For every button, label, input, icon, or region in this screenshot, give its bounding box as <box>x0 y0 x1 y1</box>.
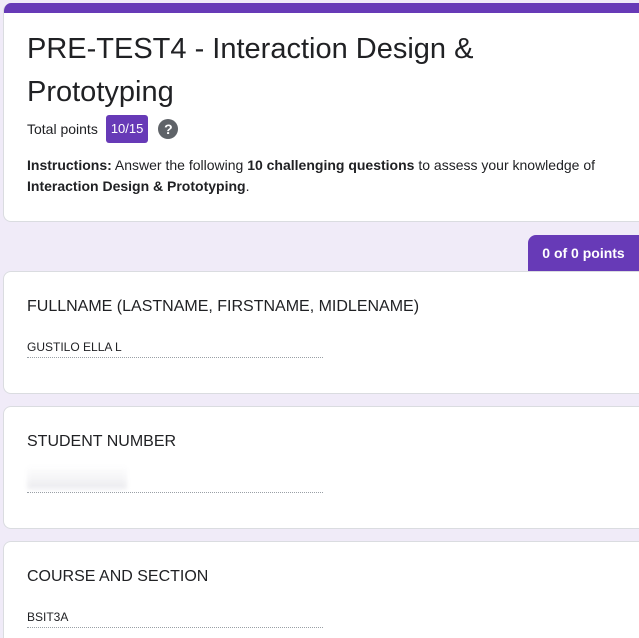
answer-field: BSIT3A <box>27 607 323 628</box>
question-card: STUDENT NUMBER <box>3 406 639 529</box>
total-points-row: Total points 10/15 ? <box>27 115 179 143</box>
question-title: FULLNAME (LASTNAME, FIRSTNAME, MIDLENAME… <box>27 298 420 315</box>
form-instructions: Instructions: Answer the following 10 ch… <box>27 155 627 197</box>
form-page: PRE-TEST4 - Interaction Design & Prototy… <box>0 0 639 638</box>
form-title: PRE-TEST4 - Interaction Design & Prototy… <box>27 33 474 108</box>
total-points-label: Total points <box>27 121 98 137</box>
header-accent-strip <box>4 3 639 13</box>
question-title: COURSE AND SECTION <box>27 568 209 585</box>
question-card: COURSE AND SECTION BSIT3A <box>3 541 639 638</box>
answer-field <box>27 472 323 493</box>
instructions-text-1: Answer the following <box>111 157 248 173</box>
section-score-badge: 0 of 0 points <box>528 235 639 271</box>
instructions-text-3: . <box>245 178 250 194</box>
instructions-lead: Instructions: <box>27 157 112 173</box>
instructions-text-2: to assess your knowledge of <box>414 157 595 173</box>
answer-field: GUSTILO ELLA L <box>27 337 323 358</box>
question-card: FULLNAME (LASTNAME, FIRSTNAME, MIDLENAME… <box>3 271 639 394</box>
question-title: STUDENT NUMBER <box>27 433 177 450</box>
points-badge: 10/15 <box>105 115 149 143</box>
form-header-card: PRE-TEST4 - Interaction Design & Prototy… <box>3 3 639 222</box>
help-icon[interactable]: ? <box>158 119 179 139</box>
instructions-bold-2: Interaction Design & Prototyping <box>27 178 246 194</box>
instructions-bold-1: 10 challenging questions <box>247 157 415 173</box>
